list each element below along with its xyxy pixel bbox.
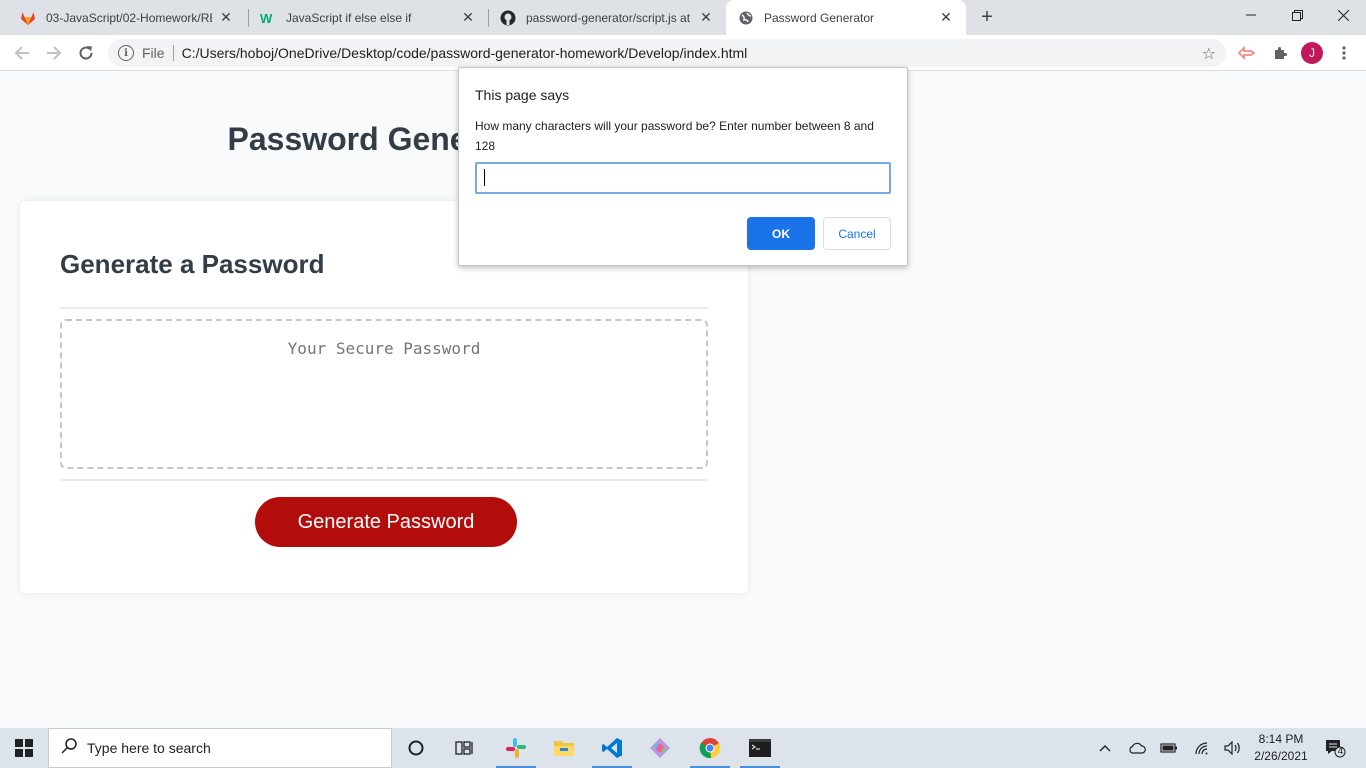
restore-button[interactable] bbox=[1274, 0, 1320, 30]
close-icon[interactable]: ✕ bbox=[218, 9, 234, 26]
cancel-button[interactable]: Cancel bbox=[823, 217, 891, 250]
forward-button[interactable] bbox=[40, 39, 68, 67]
tab-w3schools[interactable]: W JavaScript if else else if ✕ bbox=[248, 0, 488, 35]
divider bbox=[172, 45, 174, 61]
tray-wifi[interactable] bbox=[1192, 728, 1214, 768]
tray-onedrive[interactable] bbox=[1126, 728, 1148, 768]
tab-title: 03-JavaScript/02-Homework/READ bbox=[46, 10, 212, 25]
onedrive-icon bbox=[1129, 742, 1146, 754]
address-bar[interactable]: i File C:/Users/hoboj/OneDrive/Desktop/c… bbox=[108, 39, 1226, 67]
chrome-icon bbox=[699, 738, 721, 759]
git-app-icon bbox=[650, 738, 670, 758]
taskbar-app-slack[interactable] bbox=[492, 728, 540, 768]
tray-volume[interactable] bbox=[1222, 728, 1244, 768]
action-center-button[interactable]: 4 bbox=[1320, 728, 1350, 768]
tray-battery[interactable] bbox=[1158, 728, 1180, 768]
tab-gitlab-readme[interactable]: 03-JavaScript/02-Homework/READ ✕ bbox=[8, 0, 246, 35]
taskbar-app-vscode[interactable] bbox=[588, 728, 636, 768]
volume-icon bbox=[1224, 741, 1240, 755]
new-tab-button[interactable]: + bbox=[976, 6, 998, 28]
info-icon[interactable]: i bbox=[118, 45, 134, 61]
tab-title: password-generator/script.js at m bbox=[526, 10, 692, 25]
slack-icon bbox=[506, 738, 526, 758]
screencastify-icon bbox=[1237, 45, 1255, 61]
task-view-icon bbox=[455, 741, 473, 755]
taskbar-app-gitkraken[interactable] bbox=[636, 728, 684, 768]
generate-password-button[interactable]: Generate Password bbox=[255, 497, 517, 547]
search-icon bbox=[61, 737, 77, 759]
task-view-button[interactable] bbox=[440, 728, 488, 768]
puzzle-icon bbox=[1275, 47, 1287, 59]
vscode-icon bbox=[602, 738, 622, 758]
bookmark-star-icon[interactable]: ☆ bbox=[1202, 44, 1216, 64]
globe-icon bbox=[738, 10, 754, 26]
back-button[interactable] bbox=[8, 39, 36, 67]
tab-title: Password Generator bbox=[764, 10, 875, 25]
ok-button[interactable]: OK bbox=[747, 217, 815, 250]
tab-github-script[interactable]: password-generator/script.js at m ✕ bbox=[488, 0, 726, 35]
gitlab-icon bbox=[20, 10, 36, 26]
browser-toolbar: i File C:/Users/hoboj/OneDrive/Desktop/c… bbox=[0, 35, 1366, 71]
taskbar-app-chrome[interactable] bbox=[686, 728, 734, 768]
prompt-input[interactable] bbox=[475, 162, 891, 194]
battery-icon bbox=[1160, 743, 1177, 753]
password-output[interactable] bbox=[60, 319, 708, 469]
profile-button[interactable]: J bbox=[1298, 39, 1326, 67]
divider bbox=[60, 307, 708, 309]
dialog-message: How many characters will your password b… bbox=[475, 119, 874, 153]
svg-text:W: W bbox=[260, 11, 273, 26]
folder-icon bbox=[554, 741, 574, 756]
search-placeholder: Type here to search bbox=[87, 740, 211, 756]
github-icon bbox=[500, 10, 516, 26]
url-text[interactable]: C:/Users/hoboj/OneDrive/Desktop/code/pas… bbox=[182, 45, 748, 61]
taskbar-app-terminal[interactable] bbox=[736, 728, 784, 768]
text-caret bbox=[484, 169, 485, 186]
forward-arrow-icon bbox=[47, 46, 62, 60]
dialog-title: This page says bbox=[475, 87, 570, 103]
avatar: J bbox=[1301, 42, 1323, 64]
minimize-button[interactable] bbox=[1228, 0, 1274, 30]
kebab-menu-icon bbox=[1342, 46, 1346, 60]
tray-overflow-button[interactable] bbox=[1094, 728, 1116, 768]
taskbar: Type here to search 8:14 PM 2/26/2021 4 bbox=[0, 728, 1366, 768]
start-button[interactable] bbox=[0, 728, 48, 768]
w3schools-icon: W bbox=[260, 10, 276, 26]
card-header: Generate a Password bbox=[60, 249, 325, 279]
back-arrow-icon bbox=[14, 46, 29, 60]
cortana-icon bbox=[408, 740, 424, 756]
clock-date: 2/26/2021 bbox=[1254, 749, 1308, 763]
taskbar-app-file-explorer[interactable] bbox=[540, 728, 588, 768]
tab-password-generator[interactable]: Password Generator ✕ bbox=[726, 0, 966, 35]
prompt-dialog: This page says How many characters will … bbox=[458, 67, 908, 266]
scheme-label: File bbox=[142, 45, 165, 61]
notification-count-badge: 4 bbox=[1337, 746, 1344, 757]
taskbar-search[interactable]: Type here to search bbox=[48, 728, 392, 768]
windows-icon bbox=[15, 739, 33, 757]
chrome-menu-button[interactable] bbox=[1330, 39, 1358, 67]
terminal-icon bbox=[749, 739, 771, 757]
taskbar-clock[interactable]: 8:14 PM 2/26/2021 bbox=[1252, 731, 1310, 765]
reload-icon bbox=[79, 46, 93, 60]
reload-button[interactable] bbox=[72, 39, 100, 67]
close-icon[interactable]: ✕ bbox=[698, 9, 714, 26]
tab-strip: 03-JavaScript/02-Homework/READ ✕ W JavaS… bbox=[0, 0, 1366, 35]
extension-button[interactable] bbox=[1232, 39, 1260, 67]
close-icon[interactable]: ✕ bbox=[938, 9, 954, 26]
close-window-button[interactable] bbox=[1320, 0, 1366, 30]
cortana-button[interactable] bbox=[392, 728, 440, 768]
divider bbox=[60, 479, 708, 481]
tab-title: JavaScript if else else if bbox=[286, 10, 412, 25]
clock-time: 8:14 PM bbox=[1258, 732, 1304, 746]
chevron-up-icon bbox=[1099, 745, 1111, 752]
close-icon[interactable]: ✕ bbox=[460, 9, 476, 26]
extensions-menu-button[interactable] bbox=[1266, 39, 1294, 67]
wifi-icon bbox=[1195, 742, 1208, 755]
